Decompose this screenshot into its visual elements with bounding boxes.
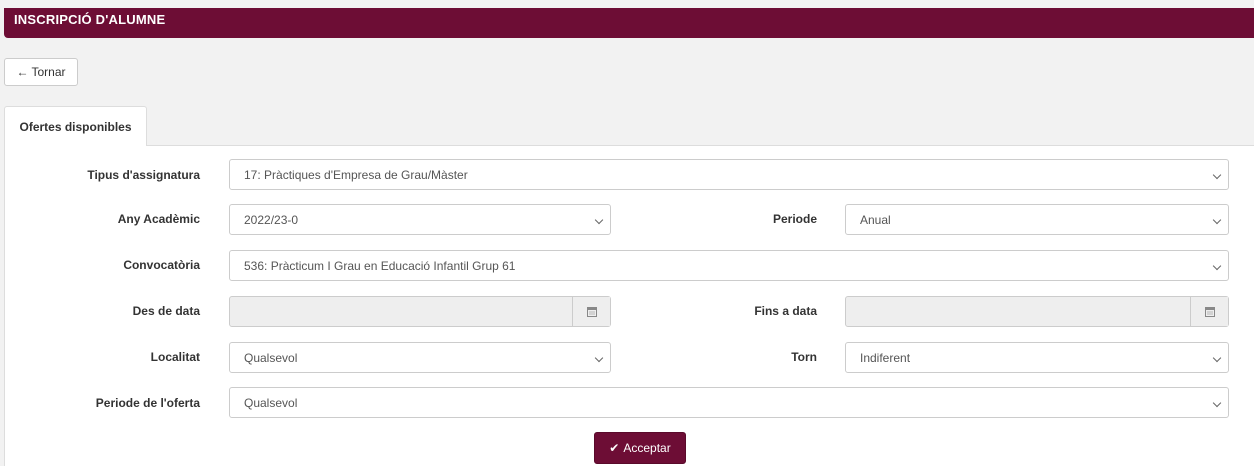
accept-button-label: Acceptar bbox=[623, 441, 671, 455]
any-value: 2022/23-0 bbox=[244, 213, 299, 227]
chevron-down-icon bbox=[594, 215, 604, 225]
arrow-left-icon: ← bbox=[16, 65, 29, 79]
periode-oferta-select[interactable]: Qualsevol bbox=[229, 387, 1229, 418]
chevron-down-icon bbox=[1212, 261, 1222, 271]
tipus-value: 17: Pràctiques d'Empresa de Grau/Màster bbox=[244, 168, 468, 182]
chevron-down-icon bbox=[594, 353, 604, 363]
localitat-label: Localitat bbox=[150, 350, 200, 364]
date-picker-button[interactable] bbox=[1190, 297, 1228, 326]
fins-a-data-input[interactable] bbox=[845, 296, 1229, 327]
torn-label: Torn bbox=[791, 350, 817, 364]
calendar-icon bbox=[1204, 306, 1215, 317]
calendar-icon bbox=[586, 306, 597, 317]
periode-oferta-label: Periode de l'oferta bbox=[95, 396, 200, 410]
chevron-down-icon bbox=[1212, 170, 1222, 180]
back-button-label: Tornar bbox=[31, 65, 66, 79]
des-de-data-input[interactable] bbox=[229, 296, 611, 327]
accept-button[interactable]: ✔ Acceptar bbox=[594, 432, 686, 464]
localitat-value: Qualsevol bbox=[244, 351, 298, 365]
localitat-select[interactable]: Qualsevol bbox=[229, 342, 611, 373]
periode-label: Periode bbox=[772, 212, 817, 226]
check-icon: ✔ bbox=[609, 441, 620, 455]
convocatoria-select[interactable]: 536: Pràcticum I Grau en Educació Infant… bbox=[229, 250, 1229, 281]
convocatoria-label: Convocatòria bbox=[123, 258, 200, 272]
chevron-down-icon bbox=[1212, 398, 1222, 408]
torn-value: Indiferent bbox=[860, 351, 911, 365]
date-picker-button[interactable] bbox=[572, 297, 610, 326]
any-select[interactable]: 2022/23-0 bbox=[229, 204, 611, 235]
periode-oferta-value: Qualsevol bbox=[244, 396, 298, 410]
page-title: INSCRIPCIÓ D'ALUMNE bbox=[14, 12, 166, 27]
tab-ofertes-disponibles[interactable]: Ofertes disponibles bbox=[4, 106, 147, 146]
des-de-data-label: Des de data bbox=[132, 304, 200, 318]
tipus-select[interactable]: 17: Pràctiques d'Empresa de Grau/Màster bbox=[229, 159, 1229, 190]
fins-a-data-label: Fins a data bbox=[754, 304, 817, 318]
periode-value: Anual bbox=[860, 213, 891, 227]
chevron-down-icon bbox=[1212, 215, 1222, 225]
tipus-label: Tipus d'assignatura bbox=[87, 168, 200, 182]
periode-select[interactable]: Anual bbox=[845, 204, 1229, 235]
back-button[interactable]: ← Tornar bbox=[4, 58, 78, 86]
chevron-down-icon bbox=[1212, 353, 1222, 363]
any-label: Any Acadèmic bbox=[117, 212, 200, 226]
torn-select[interactable]: Indiferent bbox=[845, 342, 1229, 373]
convocatoria-value: 536: Pràcticum I Grau en Educació Infant… bbox=[244, 259, 516, 273]
tab-label: Ofertes disponibles bbox=[19, 119, 132, 134]
page-header: INSCRIPCIÓ D'ALUMNE bbox=[4, 8, 1254, 38]
